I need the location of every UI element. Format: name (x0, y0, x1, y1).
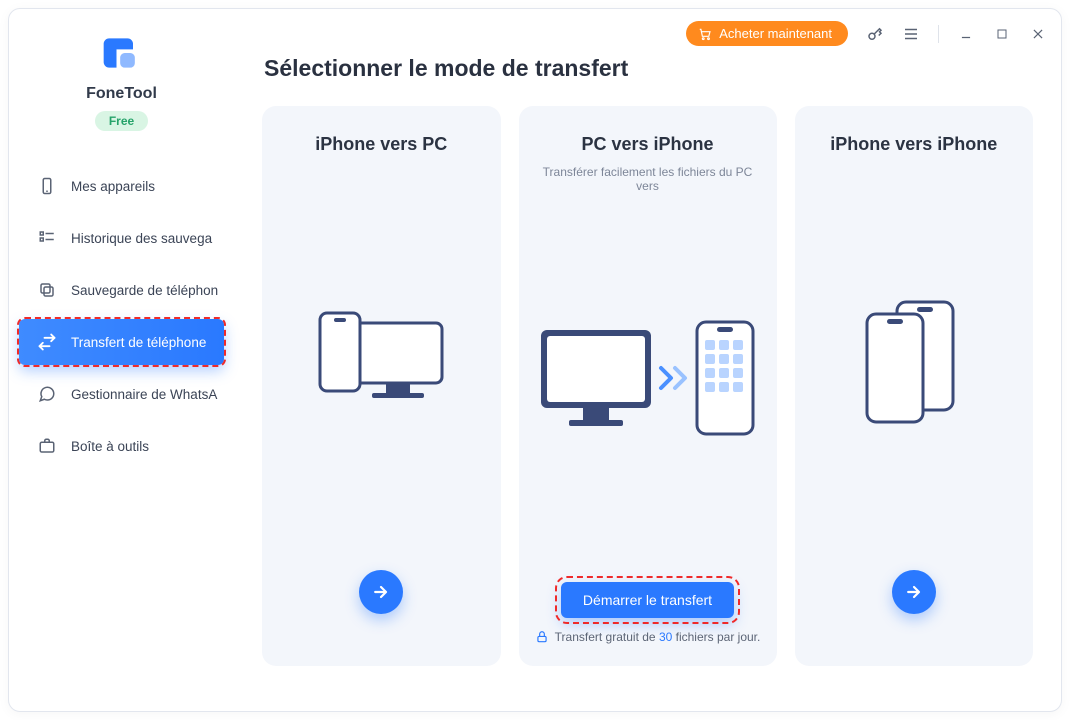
chat-icon (37, 384, 57, 404)
start-button[interactable] (892, 570, 936, 614)
sidebar-item-transfer[interactable]: Transfert de téléphone (19, 319, 224, 365)
maximize-icon[interactable] (993, 25, 1011, 43)
transfer-icon (37, 332, 57, 352)
sidebar-item-label: Transfert de téléphone (71, 335, 206, 350)
start-transfer-button[interactable]: Démarrer le transfert (561, 582, 734, 618)
brand-block: FoneTool Free (9, 31, 234, 131)
note-number: 30 (659, 630, 672, 644)
cart-icon (698, 27, 712, 41)
sidebar-item-devices[interactable]: Mes appareils (19, 163, 224, 209)
brand-name: FoneTool (9, 85, 234, 103)
card-iphone-to-iphone[interactable]: iPhone vers iPhone (795, 106, 1034, 666)
main-area: Acheter maintenant Sélectionner le mode … (234, 9, 1061, 711)
sidebar-item-toolbox[interactable]: Boîte à outils (19, 423, 224, 469)
card-title: iPhone vers iPhone (830, 134, 997, 155)
card-title: iPhone vers PC (315, 134, 447, 155)
menu-icon[interactable] (902, 25, 920, 43)
sidebar-item-label: Mes appareils (71, 179, 155, 194)
app-frame: FoneTool Free Mes appareils Historique d… (8, 8, 1062, 712)
list-icon (37, 228, 57, 248)
sidebar-item-label: Sauvegarde de téléphon (71, 283, 218, 298)
card-pc-to-iphone[interactable]: PC vers iPhone Transférer facilement les… (519, 106, 777, 666)
note-prefix: Transfert gratuit de (555, 630, 659, 644)
briefcase-icon (37, 436, 57, 456)
app-logo-icon (100, 31, 144, 75)
illustration-iphone-to-iphone-icon (809, 165, 1020, 552)
note-suffix: fichiers par jour. (672, 630, 760, 644)
illustration-pc-to-iphone-icon (533, 203, 763, 560)
sidebar-item-whatsapp[interactable]: Gestionnaire de WhatsA (19, 371, 224, 417)
arrow-right-icon (371, 582, 391, 602)
buy-now-label: Acheter maintenant (719, 26, 832, 41)
lock-icon (535, 630, 549, 644)
copy-icon (37, 280, 57, 300)
phone-icon (37, 176, 57, 196)
highlight-box: Démarrer le transfert (559, 580, 736, 620)
illustration-iphone-to-pc-icon (276, 165, 487, 552)
cards-row: iPhone vers PC (262, 106, 1033, 666)
sidebar-item-backup[interactable]: Sauvegarde de téléphon (19, 267, 224, 313)
free-transfer-note: Transfert gratuit de 30 fichiers par jou… (535, 630, 761, 650)
sidebar-item-label: Gestionnaire de WhatsA (71, 387, 217, 402)
close-icon[interactable] (1029, 25, 1047, 43)
sidebar-nav: Mes appareils Historique des sauvega Sau… (9, 163, 234, 469)
start-button[interactable] (359, 570, 403, 614)
plan-badge: Free (95, 111, 148, 131)
arrow-right-icon (904, 582, 924, 602)
sidebar: FoneTool Free Mes appareils Historique d… (9, 9, 234, 711)
sidebar-item-label: Historique des sauvega (71, 231, 212, 246)
minimize-icon[interactable] (957, 25, 975, 43)
divider (938, 25, 939, 43)
sidebar-item-history[interactable]: Historique des sauvega (19, 215, 224, 261)
window-header: Acheter maintenant (686, 21, 1047, 46)
card-subtitle: Transférer facilement les fichiers du PC… (533, 165, 763, 193)
sidebar-item-label: Boîte à outils (71, 439, 149, 454)
card-iphone-to-pc[interactable]: iPhone vers PC (262, 106, 501, 666)
card-title: PC vers iPhone (581, 134, 713, 155)
buy-now-button[interactable]: Acheter maintenant (686, 21, 848, 46)
key-icon[interactable] (866, 25, 884, 43)
